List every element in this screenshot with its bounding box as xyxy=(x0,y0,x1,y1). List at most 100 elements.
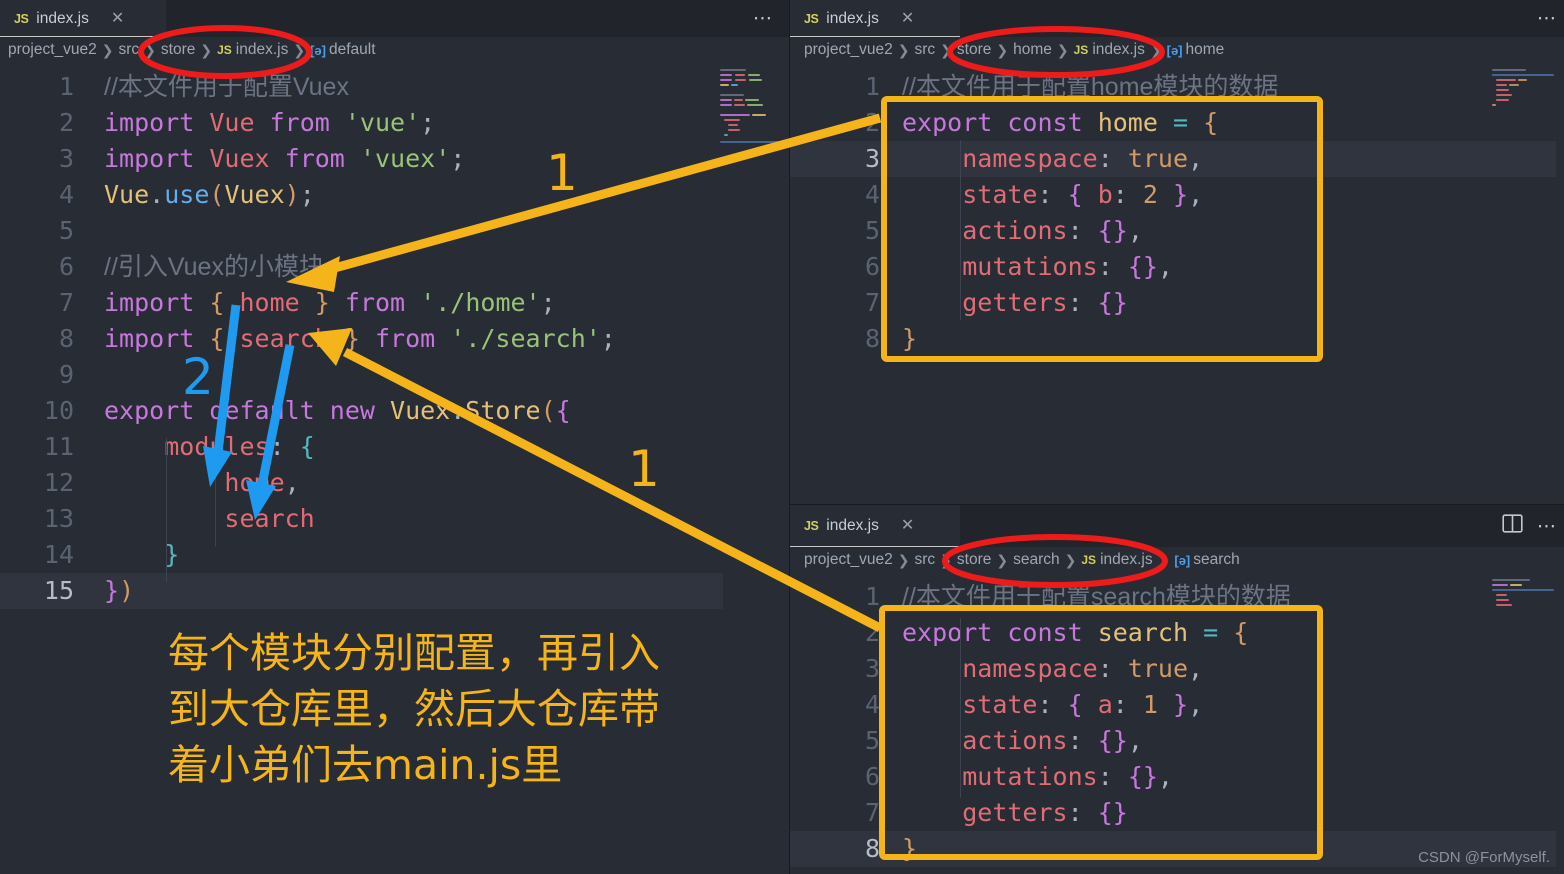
breadcrumb-segment[interactable]: index.js xyxy=(1100,551,1153,569)
breadcrumb-segment[interactable]: project_vue2 xyxy=(804,551,893,569)
code-line[interactable]: actions: {}, xyxy=(902,723,1143,759)
js-file-icon: JS xyxy=(1081,553,1097,567)
close-icon[interactable]: ✕ xyxy=(901,10,914,27)
code-line[interactable]: mutations: {}, xyxy=(902,249,1173,285)
code-line[interactable]: namespace: true, xyxy=(902,651,1203,687)
code-line[interactable]: //本文件用于配置home模块的数据 xyxy=(902,69,1278,105)
code-line[interactable]: search xyxy=(104,501,314,537)
breadcrumb-segment[interactable]: store xyxy=(957,41,991,59)
code-token: {} xyxy=(1127,762,1158,791)
code-editor-search[interactable]: 1 //本文件用于配置search模块的数据 2 export const searc… xyxy=(790,573,1564,874)
line-number: 12 xyxy=(43,468,74,497)
more-actions-icon[interactable]: ⋯ xyxy=(753,7,772,30)
chevron-right-icon: ❯ xyxy=(1064,551,1077,568)
breadcrumb-segment[interactable]: search xyxy=(1013,551,1060,569)
code-line[interactable]: } xyxy=(902,831,917,867)
code-line[interactable]: namespace: true, xyxy=(902,141,1203,177)
code-line[interactable]: getters: {} xyxy=(902,285,1128,321)
breadcrumb-segment[interactable]: index.js xyxy=(1092,41,1145,59)
code-token: a xyxy=(1097,690,1113,719)
top-right-tabbar-actions: ⋯ xyxy=(1537,0,1556,37)
code-line[interactable]: }) xyxy=(104,573,134,609)
more-actions-icon[interactable]: ⋯ xyxy=(1537,515,1556,538)
code-line[interactable]: home, xyxy=(104,465,299,501)
breadcrumb-segment[interactable]: search xyxy=(1193,551,1240,569)
minimap-line xyxy=(1496,79,1516,81)
breadcrumb-segment[interactable]: default xyxy=(329,41,376,59)
code-token: import xyxy=(104,324,195,353)
code-line[interactable]: import Vue from 'vue'; xyxy=(104,105,435,141)
line-number: 4 xyxy=(864,180,880,209)
line-number: 3 xyxy=(864,654,880,683)
code-line[interactable]: Vue.use(Vuex); xyxy=(104,177,315,213)
code-line[interactable]: import { home } from './home'; xyxy=(104,285,556,321)
code-line[interactable]: import Vuex from 'vuex'; xyxy=(104,141,465,177)
line-number: 3 xyxy=(58,144,74,173)
line-number: 10 xyxy=(43,396,74,425)
code-token: } xyxy=(902,834,918,863)
code-line[interactable]: } xyxy=(902,321,917,357)
breadcrumb-segment[interactable]: store xyxy=(161,41,195,59)
breadcrumb-segment[interactable]: src xyxy=(119,41,140,59)
breadcrumb-segment[interactable]: src xyxy=(915,41,936,59)
code-token: from xyxy=(269,108,330,137)
minimap-line xyxy=(728,129,740,131)
line-number: 5 xyxy=(58,216,74,245)
code-token: { xyxy=(1203,108,1219,137)
code-line[interactable]: export const search = { xyxy=(902,615,1248,651)
code-line[interactable]: export default new Vuex.Store({ xyxy=(104,393,571,429)
tab-index-js-search[interactable]: JS index.js ✕ xyxy=(790,505,960,547)
code-line[interactable]: //本文件用于配置search模块的数据 xyxy=(902,579,1291,615)
code-line[interactable]: //引入Vuex的小模块 xyxy=(104,249,324,285)
code-line[interactable]: mutations: {}, xyxy=(902,759,1173,795)
code-line[interactable]: import { search } from './search'; xyxy=(104,321,616,357)
minimap-line xyxy=(1492,104,1496,106)
minimap-bottom-right[interactable] xyxy=(1490,573,1556,653)
tab-index-js-home[interactable]: JS index.js ✕ xyxy=(790,0,960,37)
minimap-top-right[interactable] xyxy=(1490,63,1556,183)
code-token: Store xyxy=(465,396,541,425)
close-icon[interactable]: ✕ xyxy=(111,10,124,27)
code-comment: //本文件用于配置Vuex xyxy=(104,73,349,101)
breadcrumb-segment[interactable]: home xyxy=(1186,41,1225,59)
code-line[interactable]: //本文件用于配置Vuex xyxy=(104,69,349,105)
code-token: namespace xyxy=(962,654,1098,683)
code-token: true xyxy=(1127,144,1189,173)
code-token: modules xyxy=(164,432,270,461)
code-token: search xyxy=(239,324,330,353)
breadcrumb-segment[interactable]: index.js xyxy=(236,41,289,59)
code-line[interactable]: state: { a: 1 }, xyxy=(902,687,1203,723)
split-editor-icon[interactable] xyxy=(1502,513,1523,539)
code-line[interactable]: export const home = { xyxy=(902,105,1218,141)
code-line[interactable]: modules: { xyxy=(104,429,315,465)
code-token: actions xyxy=(962,216,1068,245)
minimap-line xyxy=(1496,594,1507,596)
code-token: {} xyxy=(1097,288,1128,317)
breadcrumb-segment[interactable]: store xyxy=(957,551,991,569)
code-editor-home[interactable]: 1 //本文件用于配置home模块的数据 2 export const home = … xyxy=(790,63,1564,504)
breadcrumb-segment[interactable]: src xyxy=(915,551,936,569)
minimap-left[interactable] xyxy=(718,63,784,303)
code-line[interactable]: state: { b: 2 }, xyxy=(902,177,1203,213)
code-token: mutations xyxy=(962,762,1098,791)
minimap-line xyxy=(1496,84,1507,86)
code-line[interactable]: } xyxy=(104,537,179,573)
tab-index-js-left[interactable]: JS index.js ✕ xyxy=(0,0,166,37)
code-token: 'vue' xyxy=(344,108,421,137)
code-line[interactable]: getters: {} xyxy=(902,795,1128,831)
breadcrumb-segment[interactable]: home xyxy=(1013,41,1052,59)
close-icon[interactable]: ✕ xyxy=(901,518,914,534)
minimap-line xyxy=(1509,84,1519,86)
more-actions-icon[interactable]: ⋯ xyxy=(1537,7,1556,30)
code-line[interactable]: actions: {}, xyxy=(902,213,1143,249)
breadcrumb-segment[interactable]: project_vue2 xyxy=(804,41,893,59)
code-token: Vuex xyxy=(209,144,270,173)
breadcrumb-segment[interactable]: project_vue2 xyxy=(8,41,97,59)
